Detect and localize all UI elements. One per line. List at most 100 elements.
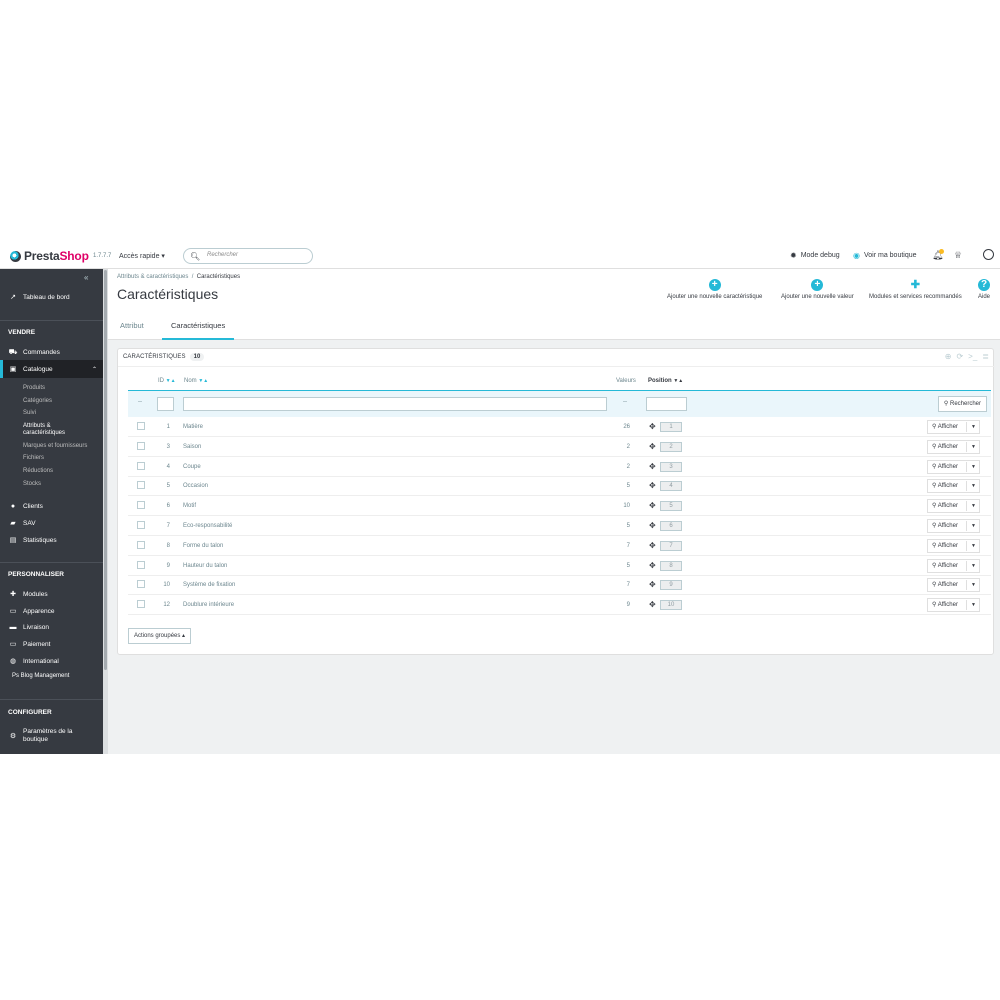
tab-features[interactable]: Caractéristiques [162, 312, 235, 340]
database-icon[interactable]: ≣ [982, 352, 989, 361]
sidebar-sub-attributes-1[interactable]: Attributs & [23, 423, 51, 430]
drag-handle-icon[interactable]: ✥ [649, 481, 656, 490]
sidebar-item-label: Modules [23, 590, 48, 598]
filter-name-input[interactable] [183, 397, 607, 411]
sidebar-item-stats[interactable]: ▤ Statistiques [0, 535, 103, 545]
filter-search-button[interactable]: ⚲ Rechercher [937, 396, 987, 412]
recommended-modules-button[interactable]: ✚ Modules et services recommandés [869, 279, 962, 300]
filter-id-input[interactable] [157, 397, 174, 411]
prestashop-logo[interactable]: PrestaShop [10, 249, 89, 263]
drag-handle-icon[interactable]: ✥ [649, 580, 656, 589]
quick-access-dropdown[interactable]: Accès rapide ▾ [119, 252, 165, 260]
sort-icon[interactable]: ▼▲ [198, 378, 208, 384]
view-button[interactable]: ⚲ Afficher ▼ [927, 538, 980, 553]
caret-down-icon[interactable]: ▼ [971, 421, 976, 433]
sidebar-item-shop-params[interactable]: ⚙ Paramètres de la boutique [0, 727, 103, 745]
sidebar-sub-products[interactable]: Produits [23, 385, 45, 392]
caret-down-icon[interactable]: ▼ [971, 520, 976, 532]
view-button[interactable]: ⚲ Afficher ▼ [927, 439, 980, 454]
view-button-label: Afficher [937, 582, 958, 589]
sql-query-icon[interactable]: >_ [968, 352, 977, 361]
table-row: 8 Forme du talon 7 ✥ 7 ⚲ Afficher ▼ [128, 536, 991, 556]
sidebar-sub-files[interactable]: Fichiers [23, 455, 44, 462]
sidebar-item-dashboard[interactable]: ↗ Tableau de bord [0, 292, 103, 302]
row-checkbox[interactable] [137, 481, 145, 490]
sidebar-item-orders[interactable]: ⛟ Commandes [0, 347, 103, 357]
panel-header: CARACTÉRISTIQUES 10 [123, 353, 205, 361]
trophy-icon[interactable]: ♕ [954, 250, 962, 261]
sidebar-item-shipping[interactable]: ▬ Livraison [0, 622, 103, 632]
view-button[interactable]: ⚲ Afficher ▼ [927, 598, 980, 613]
view-button[interactable]: ⚲ Afficher ▼ [927, 519, 980, 533]
sidebar-sub-stocks[interactable]: Stocks [23, 481, 41, 488]
tab-attribute[interactable]: Attribut [111, 312, 153, 340]
column-header-position[interactable]: Position ▼▲ [648, 378, 683, 384]
row-checkbox[interactable] [137, 521, 145, 529]
caret-down-icon[interactable]: ▼ [971, 560, 976, 572]
view-button[interactable]: ⚲ Afficher ▼ [927, 459, 980, 474]
sidebar-sub-attributes-2[interactable]: caractéristiques [23, 430, 65, 437]
row-checkbox[interactable] [137, 461, 145, 470]
header-search[interactable]: 🔍︎ Rechercher [183, 248, 313, 264]
sidebar-item-sav[interactable]: ▰ SAV [0, 518, 103, 528]
sidebar-item-international[interactable]: ◍ International [0, 656, 103, 666]
user-account-icon[interactable] [983, 249, 994, 260]
sidebar-item-catalog[interactable]: ▣ Catalogue ⌃ [0, 360, 103, 378]
column-header-values: Valeurs [616, 378, 636, 384]
row-checkbox[interactable] [137, 560, 145, 569]
sort-icon[interactable]: ▼▲ [166, 378, 176, 384]
row-checkbox[interactable] [137, 580, 145, 589]
sidebar-item-clients[interactable]: ● Clients [0, 501, 103, 511]
sidebar-item-modules[interactable]: ✚ Modules [0, 589, 103, 599]
sidebar-item-appearance[interactable]: ▭ Apparence [0, 606, 103, 616]
drag-handle-icon[interactable]: ✥ [649, 600, 656, 609]
caret-down-icon[interactable]: ▼ [971, 540, 976, 552]
row-checkbox[interactable] [137, 422, 145, 430]
refresh-icon[interactable]: ⟳ [956, 352, 963, 361]
drag-handle-icon[interactable]: ✥ [649, 501, 656, 510]
filter-position-input[interactable] [646, 397, 687, 411]
row-checkbox[interactable] [137, 501, 145, 510]
drag-handle-icon[interactable]: ✥ [649, 541, 656, 550]
sort-icon[interactable]: ▼▲ [673, 378, 683, 384]
drag-handle-icon[interactable]: ✥ [649, 561, 656, 570]
collapse-sidebar-icon[interactable]: « [84, 273, 88, 282]
sidebar-sub-categories[interactable]: Catégories [23, 398, 52, 405]
drag-handle-icon[interactable]: ✥ [649, 521, 656, 530]
caret-down-icon[interactable]: ▼ [971, 480, 976, 492]
view-button[interactable]: ⚲ Afficher ▼ [927, 578, 980, 593]
view-button[interactable]: ⚲ Afficher ▼ [927, 479, 980, 494]
sidebar-item-payment[interactable]: ▭ Paiement [0, 639, 103, 649]
sidebar-sub-discounts[interactable]: Réductions [23, 468, 53, 475]
caret-down-icon[interactable]: ▼ [971, 500, 976, 512]
sidebar-sub-tracking[interactable]: Suivi [23, 410, 36, 417]
breadcrumb-parent[interactable]: Attributs & caractéristiques [117, 274, 188, 280]
view-button-label: Afficher [937, 424, 958, 430]
debug-mode-link[interactable]: ✹ Mode debug [790, 251, 840, 260]
view-button[interactable]: ⚲ Afficher ▼ [927, 499, 980, 514]
sidebar-scrollbar-thumb[interactable] [104, 270, 107, 670]
caret-down-icon[interactable]: ▼ [971, 579, 976, 591]
view-shop-link[interactable]: ◉ Voir ma boutique [853, 251, 917, 260]
caret-down-icon[interactable]: ▼ [971, 599, 976, 611]
add-value-button[interactable]: + Ajouter une nouvelle valeur [781, 279, 854, 300]
sidebar-sub-brands[interactable]: Marques et fournisseurs [23, 443, 87, 450]
drag-handle-icon[interactable]: ✥ [649, 422, 656, 431]
sidebar-item-blog[interactable]: Ps Blog Management [12, 673, 69, 680]
view-button[interactable]: ⚲ Afficher ▼ [927, 420, 980, 434]
row-checkbox[interactable] [137, 540, 145, 549]
drag-handle-icon[interactable]: ✥ [649, 462, 656, 471]
row-checkbox[interactable] [137, 600, 145, 609]
view-button-label: Afficher [937, 463, 958, 470]
drag-handle-icon[interactable]: ✥ [649, 442, 656, 451]
add-icon[interactable]: ⊕ [945, 352, 952, 361]
help-button[interactable]: ? Aide [978, 279, 990, 300]
row-checkbox[interactable] [137, 441, 145, 450]
bulk-actions-button[interactable]: Actions groupées ▴ [128, 628, 192, 644]
column-header-id[interactable]: ID ▼▲ [158, 378, 176, 384]
view-button[interactable]: ⚲ Afficher ▼ [927, 558, 980, 573]
caret-down-icon[interactable]: ▼ [971, 461, 976, 473]
add-feature-button[interactable]: + Ajouter une nouvelle caractéristique [667, 279, 762, 300]
column-header-name[interactable]: Nom ▼▲ [184, 378, 208, 384]
caret-down-icon[interactable]: ▼ [971, 441, 976, 453]
